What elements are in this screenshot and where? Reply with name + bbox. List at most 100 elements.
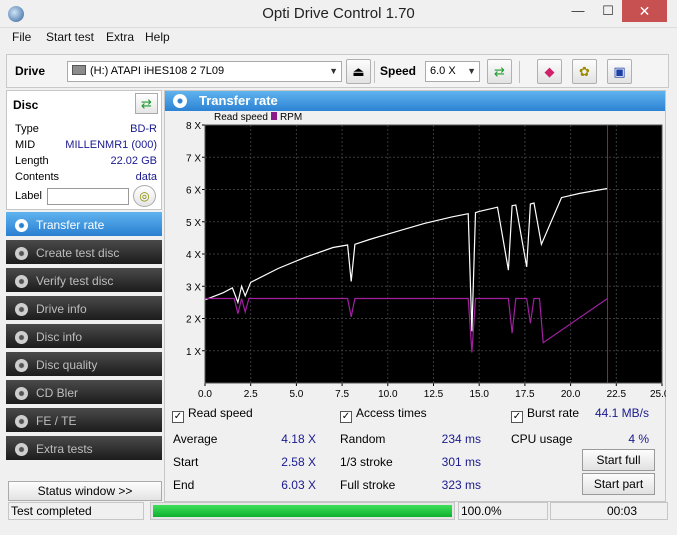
nav-label: Transfer rate [36,218,105,232]
start-label: Start [173,455,199,469]
toolbar-separator [519,61,520,83]
average-label: Average [173,432,218,446]
refresh-icon: ⇄ [141,96,152,111]
legend-rpm: RPM [279,112,303,123]
panel-title: Transfer rate [199,93,278,108]
disc-icon [15,303,28,316]
nav-label: Extra tests [36,442,93,456]
disc-label-label: Label [15,190,42,202]
cpu-usage-value: 4 % [628,432,649,446]
disc-label-input[interactable] [47,188,129,205]
burst-rate-checkbox[interactable]: ✓ Burst rate [511,406,579,423]
disc-icon [15,359,28,372]
full-stroke-label: Full stroke [340,478,396,492]
nav-transfer-rate[interactable]: Transfer rate [6,212,162,238]
status-elapsed-time: 00:03 [550,502,668,520]
drive-select[interactable]: (H:) ATAPI iHES108 2 7L09 ▼ [67,61,342,82]
check-icon: ✓ [340,411,352,423]
disc-length-label: Length [15,155,49,167]
chart-legend: Read speed RPM [214,112,302,123]
y-tick-label: 2 X [186,315,201,326]
progress-fill [153,505,452,517]
menu-extra[interactable]: Extra [106,30,134,44]
nav-cd-bler[interactable]: CD Bler [6,380,162,406]
y-tick-label: 8 X [186,121,201,132]
settings-button[interactable]: ✿ [572,59,597,84]
nav-label: Disc info [36,330,83,344]
legend-read-speed: Read speed [214,112,268,123]
disc-type-label: Type [15,123,39,135]
disc-label-button[interactable]: ◎ [133,185,156,207]
disc-mid-label: MID [15,139,36,151]
refresh-speed-button[interactable]: ⇄ [487,59,512,84]
x-tick-label: 15.0 [469,389,489,400]
disc-icon [15,415,28,428]
read-speed-option-label: Read speed [188,406,253,420]
nav-disc-info[interactable]: Disc info [6,324,162,350]
minimize-button[interactable]: — [564,0,592,22]
disc-heading: Disc [13,98,39,112]
menu-start-test[interactable]: Start test [46,30,94,44]
left-panel: Disc ⇄ Type BD-R MID MILLENMR1 (000) Len… [6,90,162,502]
menu-file[interactable]: File [12,30,31,44]
nav-label: FE / TE [36,414,77,428]
full-stroke-value: 323 ms [441,478,481,492]
maximize-button[interactable]: ☐ [594,0,622,22]
nav-label: CD Bler [36,386,79,400]
speed-select-value: 6.0 X [430,65,456,77]
x-tick-label: 12.5 [424,389,444,400]
y-tick-label: 5 X [186,218,201,229]
save-button[interactable]: ▣ [607,59,632,84]
status-window-button[interactable]: Status window >> [8,481,162,501]
burst-rate-value: 44.1 MB/s [594,406,649,420]
disc-icon: ◎ [139,189,150,203]
x-tick-label: 22.5 [607,389,627,400]
toolbar: Drive (H:) ATAPI iHES108 2 7L09 ▼ ⏏ Spee… [6,54,669,88]
disc-icon [15,219,28,232]
speed-label: Speed [380,64,417,78]
nav-disc-quality[interactable]: Disc quality [6,352,162,378]
disc-type-value: BD-R [130,123,157,135]
start-full-button[interactable]: Start full [582,449,655,471]
disc-contents-value: data [135,171,157,183]
x-tick-label: 25.0 GB [650,389,666,400]
chevron-down-icon: ▼ [467,66,476,76]
disc-icon [173,94,187,108]
y-tick-label: 6 X [186,186,201,197]
access-times-option-label: Access times [356,406,427,420]
disc-refresh-button[interactable]: ⇄ [135,93,158,114]
drive-select-value: (H:) ATAPI iHES108 2 7L09 [90,65,225,77]
access-times-checkbox[interactable]: ✓ Access times [340,406,427,423]
panel-header: Transfer rate [165,91,665,111]
eject-button[interactable]: ⏏ [346,59,371,84]
nav-drive-info[interactable]: Drive info [6,296,162,322]
x-tick-label: 2.5 [244,389,258,400]
disc-icon [15,275,28,288]
chart-svg: 0.0 2.5 5.0 7.5 10.0 12.5 15.0 17.5 20.0 22.5 25.0… [186,121,666,400]
menu-help[interactable]: Help [145,30,170,44]
nav-extra-tests[interactable]: Extra tests [6,436,162,462]
drive-label: Drive [15,64,46,78]
refresh-icon: ⇄ [494,64,505,79]
legend-rpm-swatch [270,112,277,120]
read-speed-checkbox[interactable]: ✓ Read speed [172,406,253,423]
end-value: 6.03 X [281,478,316,492]
eject-icon: ⏏ [352,64,365,79]
check-icon: ✓ [511,411,523,423]
cpu-usage-label: CPU usage [511,432,573,446]
nav-fe-te[interactable]: FE / TE [6,408,162,434]
nav-label: Disc quality [36,358,98,372]
title-bar: Opti Drive Control 1.70 — ☐ ✕ [0,0,677,28]
disc-length-value: 22.02 GB [110,155,157,167]
nav-verify-test-disc[interactable]: Verify test disc [6,268,162,294]
close-button[interactable]: ✕ [622,0,667,22]
nav-create-test-disc[interactable]: Create test disc [6,240,162,266]
y-tick-label: 1 X [186,347,201,358]
start-part-button[interactable]: Start part [582,473,655,495]
tools-icon: ✿ [579,64,590,79]
x-tick-label: 20.0 [561,389,581,400]
erase-button[interactable]: ◆ [537,59,562,84]
third-stroke-value: 301 ms [441,455,481,469]
x-tick-label: 5.0 [289,389,303,400]
speed-select[interactable]: 6.0 X ▼ [425,61,480,82]
